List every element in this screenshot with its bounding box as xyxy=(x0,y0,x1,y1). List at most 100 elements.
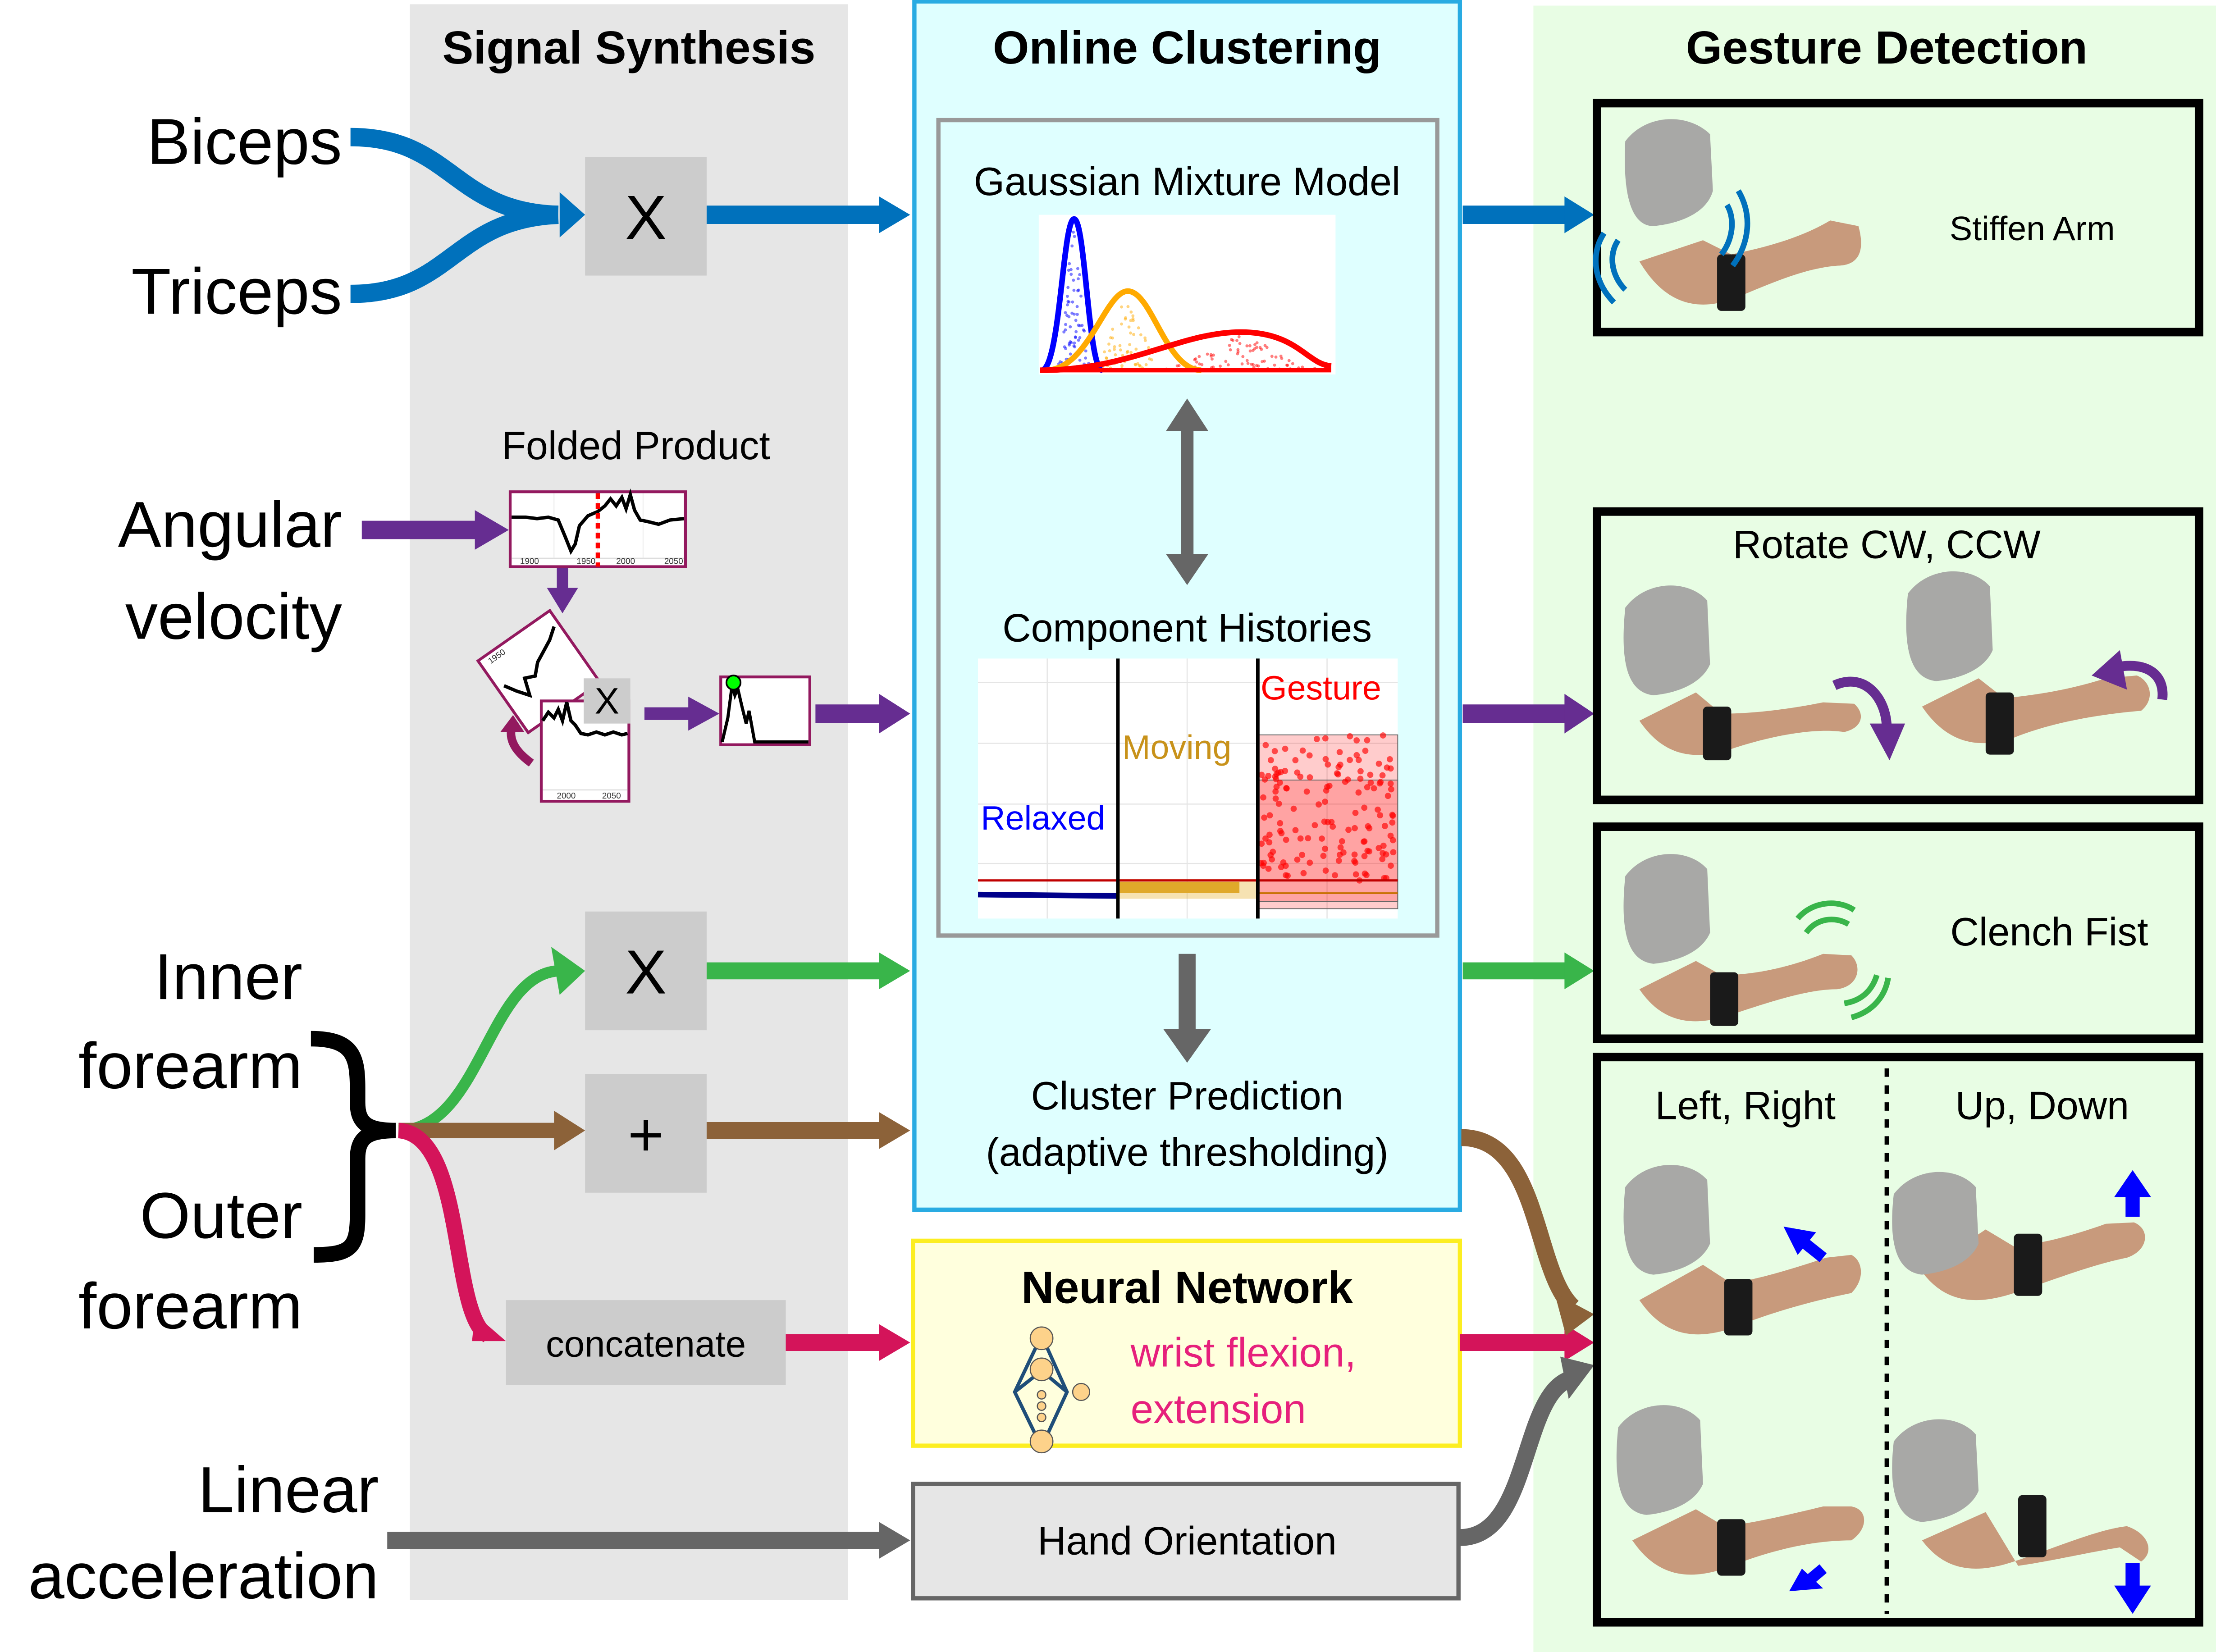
history-point xyxy=(1292,827,1299,834)
history-point xyxy=(1294,769,1301,776)
neural-network-title: Neural Network xyxy=(1021,1262,1353,1313)
history-point xyxy=(1352,825,1358,831)
folded-product-op-label: X xyxy=(595,681,619,722)
cluster-label-moving: Moving xyxy=(1122,728,1232,766)
gmm-point xyxy=(1139,333,1142,337)
input-angular-velocity-2: velocity xyxy=(125,580,342,653)
raw-plot-tick-2000: 2000 xyxy=(616,556,635,566)
raw-plot-tick-1900: 1900 xyxy=(520,556,539,566)
history-point xyxy=(1340,849,1347,856)
history-point xyxy=(1335,858,1342,864)
gmm-point xyxy=(1137,326,1140,330)
raw-plot-tick-2050: 2050 xyxy=(664,556,683,566)
input-outer-forearm-1: Outer xyxy=(140,1179,302,1252)
forearm-sum-to-clustering-arrowhead xyxy=(879,1112,910,1149)
input-linear-acceleration-2: acceleration xyxy=(28,1539,379,1612)
history-point xyxy=(1262,742,1269,748)
gmm-plot xyxy=(1038,214,1336,375)
gmm-point xyxy=(1107,342,1110,346)
gmm-point xyxy=(1076,267,1079,270)
gmm-point xyxy=(1069,352,1072,356)
gmm-point xyxy=(1274,355,1278,359)
gmm-point xyxy=(1209,353,1213,356)
history-point xyxy=(1325,819,1331,826)
hand-orientation-label: Hand Orientation xyxy=(1037,1519,1337,1563)
gmm-point xyxy=(1108,349,1111,352)
linear-acc-arrowhead xyxy=(879,1522,910,1559)
gmm-point xyxy=(1073,235,1076,238)
input-inner-forearm-2: forearm xyxy=(78,1029,302,1102)
gesture-up-down-label: Up, Down xyxy=(1956,1084,2129,1128)
gmm-point xyxy=(1147,346,1151,349)
gmm-point xyxy=(1113,345,1116,348)
history-point xyxy=(1379,772,1386,779)
history-point xyxy=(1305,835,1311,842)
history-point xyxy=(1377,812,1384,819)
gesture-band-inner xyxy=(1257,780,1398,902)
gmm-point xyxy=(1270,355,1274,358)
history-point xyxy=(1334,770,1340,777)
moving-history-points xyxy=(1119,881,1240,893)
gmm-point xyxy=(1064,311,1067,315)
history-point xyxy=(1347,757,1353,763)
input-linear-acceleration-1: Linear xyxy=(198,1453,379,1526)
gmm-point xyxy=(1113,347,1116,351)
history-point xyxy=(1351,851,1358,858)
folded-product-result-plot xyxy=(719,675,811,746)
gmm-point xyxy=(1219,365,1222,368)
gmm-point xyxy=(1231,338,1235,342)
gmm-point xyxy=(1131,317,1135,320)
gmm-point xyxy=(1075,305,1079,308)
input-triceps: Triceps xyxy=(131,255,342,328)
angvel-to-clustering-arrowhead xyxy=(879,694,910,734)
gmm-point xyxy=(1072,288,1076,292)
history-point xyxy=(1325,761,1331,768)
gmm-point xyxy=(1118,344,1122,347)
history-point xyxy=(1282,745,1288,752)
history-point xyxy=(1335,764,1342,771)
history-point xyxy=(1273,776,1279,782)
gmm-point xyxy=(1080,324,1084,327)
history-point xyxy=(1387,765,1394,772)
history-point xyxy=(1364,848,1371,854)
gmm-point xyxy=(1073,341,1076,345)
gmm-point xyxy=(1071,300,1074,304)
gmm-point xyxy=(1248,349,1252,353)
gmm-point xyxy=(1111,328,1115,331)
gmm-point xyxy=(1119,348,1122,352)
history-point xyxy=(1323,787,1330,794)
history-point xyxy=(1277,820,1284,826)
gmm-point xyxy=(1128,343,1132,347)
history-point xyxy=(1320,853,1327,859)
gmm-point xyxy=(1083,329,1086,333)
history-point xyxy=(1278,864,1284,870)
input-angular-velocity-1: Angular xyxy=(118,488,342,561)
concat-to-nn-arrowhead xyxy=(879,1324,910,1361)
history-point xyxy=(1261,814,1268,821)
gmm-point xyxy=(1103,350,1106,354)
gmm-point xyxy=(1206,352,1209,356)
peak-marker xyxy=(725,675,742,691)
gmm-point xyxy=(1198,362,1201,366)
history-point xyxy=(1307,859,1313,866)
relaxed-history-trace xyxy=(978,891,1117,899)
history-point xyxy=(1265,865,1272,872)
gmm-point xyxy=(1109,336,1112,339)
history-point xyxy=(1353,737,1360,744)
history-point xyxy=(1365,823,1371,830)
gmm-point xyxy=(1246,361,1250,365)
history-point xyxy=(1389,819,1396,826)
history-point xyxy=(1299,852,1306,858)
forearm-sum-label: + xyxy=(628,1100,664,1169)
gmm-point xyxy=(1228,344,1231,347)
history-point xyxy=(1322,799,1328,805)
gmm-point xyxy=(1240,362,1244,366)
history-point xyxy=(1344,776,1351,783)
cluster-prediction-line2: (adaptive thresholding) xyxy=(986,1130,1389,1174)
gmm-title: Gaussian Mixture Model xyxy=(974,160,1401,204)
history-point xyxy=(1361,838,1367,845)
gmm-point xyxy=(1078,273,1082,276)
gesture-pipeline-diagram: Signal Synthesis Online Clustering Gestu… xyxy=(28,0,2216,1652)
gmm-point xyxy=(1133,362,1137,366)
history-point xyxy=(1361,853,1368,859)
